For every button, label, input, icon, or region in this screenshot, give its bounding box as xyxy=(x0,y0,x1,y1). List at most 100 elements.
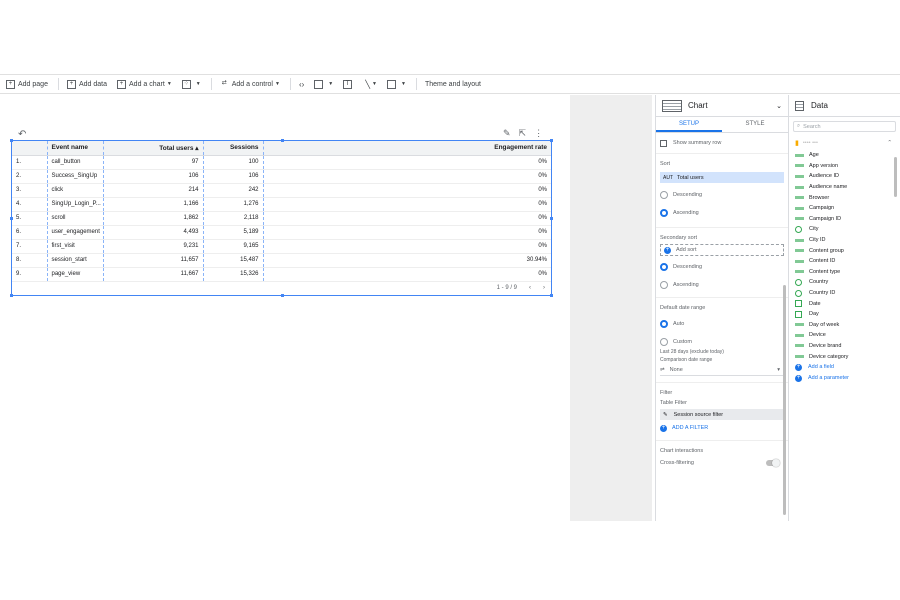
line-button[interactable]: ╲ ▼ xyxy=(365,80,377,89)
undo-icon[interactable]: ↶ xyxy=(18,129,26,140)
resize-handle[interactable] xyxy=(550,139,553,142)
field-item[interactable]: Device xyxy=(789,330,900,341)
field-item[interactable]: Device brand xyxy=(789,341,900,352)
field-item[interactable]: Audience ID xyxy=(789,171,900,182)
chevron-left-icon[interactable]: ‹ xyxy=(529,285,531,291)
field-item[interactable]: Content type xyxy=(789,267,900,278)
filter-chip[interactable]: ✎ Session source filter xyxy=(660,409,784,420)
export-icon[interactable]: ⇱ xyxy=(519,128,527,139)
secondary-sort-label: Secondary sort xyxy=(660,235,697,241)
table-row[interactable]: 5. scroll 1,862 2,118 0% xyxy=(12,211,551,226)
cross-filtering-toggle[interactable] xyxy=(766,459,780,467)
last-28-days-text: Last 28 days (exclude today) xyxy=(660,349,724,355)
field-item[interactable]: Day xyxy=(789,309,900,320)
add-data-icon: + xyxy=(66,79,76,89)
field-item[interactable]: Day of week xyxy=(789,320,900,331)
field-item[interactable]: Device category xyxy=(789,351,900,362)
table-cell: 97 xyxy=(102,155,203,170)
shape-button[interactable]: ▼ xyxy=(387,79,406,89)
chevron-down-icon[interactable]: ⌄ xyxy=(776,102,782,110)
custom-date-radio[interactable] xyxy=(660,338,668,346)
table-row[interactable]: 4. SingUp_Login_P... 1,166 1,276 0% xyxy=(12,197,551,212)
add-page-button[interactable]: + Add page xyxy=(6,79,48,89)
comparison-select[interactable]: ⇌ None ▾ xyxy=(660,364,784,376)
field-item[interactable]: Audience name xyxy=(789,182,900,193)
field-item[interactable]: City ID xyxy=(789,235,900,246)
field-item[interactable]: Country xyxy=(789,277,900,288)
add-data-button[interactable]: + Add data xyxy=(66,79,107,89)
field-label: Device category xyxy=(809,353,849,360)
expand-icon[interactable]: ⌃ xyxy=(887,140,892,146)
globe-icon xyxy=(795,289,802,297)
resize-handle[interactable] xyxy=(10,294,13,297)
text-button[interactable]: T xyxy=(343,79,355,89)
more-vert-icon[interactable]: ⋮ xyxy=(534,128,543,139)
field-item[interactable]: Age xyxy=(789,150,900,161)
field-item[interactable]: App version xyxy=(789,161,900,172)
field-item[interactable]: Country ID xyxy=(789,288,900,299)
show-summary-checkbox[interactable] xyxy=(660,139,667,147)
table-row[interactable]: 9. page_view 11,667 15,326 0% xyxy=(12,267,551,282)
data-panel-scrollbar[interactable] xyxy=(894,157,897,197)
table-row[interactable]: 8. session_start 11,657 15,487 30.94% xyxy=(12,253,551,268)
field-item[interactable]: Campaign xyxy=(789,203,900,214)
secondary-descending-radio[interactable] xyxy=(660,263,668,271)
panel-tabs: SETUP STYLE xyxy=(656,117,788,133)
table-header-row: Event name Total users ▴ Sessions Engage… xyxy=(12,141,551,156)
data-table[interactable]: Event name Total users ▴ Sessions Engage… xyxy=(10,139,553,297)
image-button[interactable]: ▼ xyxy=(314,79,334,89)
resize-handle[interactable] xyxy=(10,139,13,142)
embed-code-button[interactable]: ‹› xyxy=(299,80,304,89)
add-sort-button[interactable]: + Add sort xyxy=(660,244,784,256)
resize-handle[interactable] xyxy=(281,139,284,142)
data-source-row[interactable]: ▮ •••• ••• ⌃ xyxy=(789,136,900,150)
header-sessions[interactable]: Sessions xyxy=(202,141,263,156)
sort-descending-radio[interactable] xyxy=(660,191,668,199)
chart-panel-header[interactable]: Chart ⌄ xyxy=(656,95,788,117)
table-cell: 100 xyxy=(202,155,263,170)
add-filter-button[interactable]: + ADD A FILTER xyxy=(660,422,784,434)
add-parameter-button[interactable]: + Add a parameter xyxy=(789,373,900,384)
text-icon: T xyxy=(343,79,353,89)
sort-ascending-radio[interactable] xyxy=(660,209,668,217)
resize-handle[interactable] xyxy=(281,294,284,297)
theme-layout-button[interactable]: Theme and layout xyxy=(425,81,481,88)
tab-setup[interactable]: SETUP xyxy=(656,117,722,132)
field-item[interactable]: City xyxy=(789,224,900,235)
add-control-button[interactable]: ⇄ Add a control ▼ xyxy=(220,80,280,89)
header-total-users[interactable]: Total users ▴ xyxy=(102,141,203,156)
auto-date-radio[interactable] xyxy=(660,320,668,328)
chart-panel-scrollbar[interactable] xyxy=(783,285,786,515)
field-item[interactable]: Date xyxy=(789,298,900,309)
field-item[interactable]: Browser xyxy=(789,192,900,203)
add-chart-button[interactable]: + Add a chart ▼ xyxy=(117,79,172,89)
field-item[interactable]: Campaign ID xyxy=(789,214,900,225)
resize-handle[interactable] xyxy=(550,294,553,297)
table-row[interactable]: 3. click 214 242 0% xyxy=(12,183,551,198)
sort-field-chip[interactable]: AUT Total users xyxy=(660,172,784,183)
search-input[interactable]: ⌕ Search xyxy=(793,121,896,132)
table-row[interactable]: 6. user_engagement 4,493 5,189 0% xyxy=(12,225,551,240)
field-item[interactable]: Content group xyxy=(789,245,900,256)
edit-pencil-icon[interactable]: ✎ xyxy=(503,128,511,139)
secondary-ascending-radio[interactable] xyxy=(660,281,668,289)
add-field-button[interactable]: + Add a field xyxy=(789,362,900,373)
header-event-name[interactable]: Event name xyxy=(46,141,103,156)
field-item[interactable]: Content ID xyxy=(789,256,900,267)
text-field-icon xyxy=(795,238,804,242)
resize-handle[interactable] xyxy=(550,217,553,220)
resize-handle[interactable] xyxy=(10,217,13,220)
chevron-right-icon[interactable]: › xyxy=(543,285,545,291)
tab-style[interactable]: STYLE xyxy=(722,117,788,132)
table-row[interactable]: 7. first_visit 9,231 9,165 0% xyxy=(12,239,551,254)
calendar-icon xyxy=(795,300,802,308)
table-row[interactable]: 1. call_button 97 100 0% xyxy=(12,155,551,170)
table-cell: 11,657 xyxy=(102,253,203,268)
field-list: Age App version Audience ID Audience name Br… xyxy=(789,150,900,362)
community-viz-button[interactable]: ⁘ ▼ xyxy=(181,79,201,89)
globe-icon xyxy=(795,225,802,233)
table-cell: 0% xyxy=(262,155,551,170)
header-engagement-rate[interactable]: Engagement rate xyxy=(262,141,551,156)
table-row[interactable]: 2. Success_SingUp 106 106 0% xyxy=(12,169,551,184)
chevron-down-icon: ▼ xyxy=(328,81,334,87)
